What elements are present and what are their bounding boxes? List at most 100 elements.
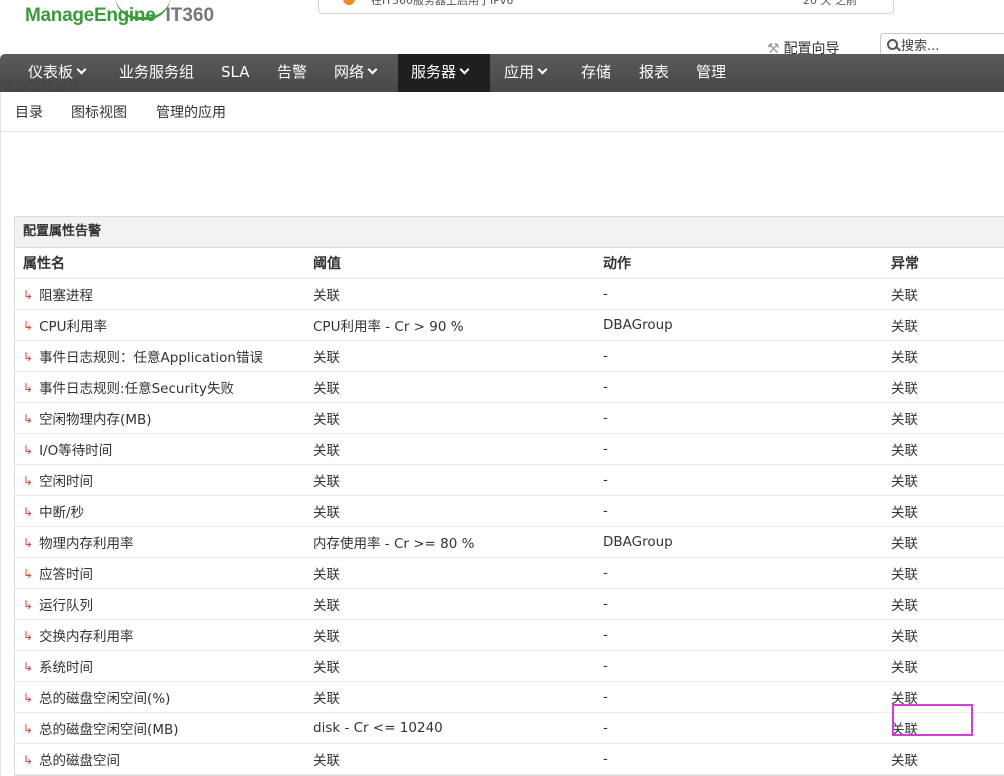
- cell-action-link[interactable]: DBAGroup: [595, 526, 883, 558]
- attribute-name-text: 事件日志规则:任意Security失败: [39, 381, 235, 397]
- chevron-down-icon: [537, 64, 548, 75]
- table-row: ↳ 运行队列 关联 - 关联: [15, 588, 1004, 620]
- cell-action-link[interactable]: -: [595, 371, 883, 403]
- threshold-link-text: 关联: [313, 412, 340, 428]
- nav-servers[interactable]: 服务器: [398, 54, 490, 92]
- cell-threshold-link[interactable]: 关联: [305, 681, 595, 713]
- cell-attribute-name[interactable]: ↳ 总的磁盘空闲空间(MB): [15, 712, 305, 744]
- cell-attribute-name[interactable]: ↳ 总的磁盘空闲空间(%): [15, 681, 305, 713]
- subnav-icon-view[interactable]: 图标视图: [71, 102, 127, 122]
- cell-attribute-name[interactable]: ↳ 总的磁盘空间: [15, 743, 305, 775]
- attribute-name-text: 中断/秒: [39, 505, 85, 521]
- cell-anomaly-link[interactable]: 关联: [883, 309, 1004, 341]
- nav-storage[interactable]: 存储: [568, 54, 624, 92]
- cell-anomaly-link[interactable]: 关联: [883, 588, 1004, 620]
- cell-anomaly-link[interactable]: 关联: [883, 402, 1004, 434]
- cell-attribute-name[interactable]: ↳ 应答时间: [15, 557, 305, 589]
- cell-attribute-name[interactable]: ↳ 空闲物理内存(MB): [15, 402, 305, 434]
- cell-threshold-link[interactable]: 关联: [305, 433, 595, 465]
- app-header: ManageEngine IT360 在IT360服务器上启用了IPv6 20 天…: [0, 0, 1004, 61]
- cell-attribute-name[interactable]: ↳ 中断/秒: [15, 495, 305, 527]
- table-row: ↳ 总的磁盘空间 关联 - 关联: [15, 743, 1004, 775]
- action-link-text: -: [603, 658, 608, 674]
- cell-attribute-name[interactable]: ↳ 空闲时间: [15, 464, 305, 496]
- attribute-name-text: 事件日志规则：任意Application错误: [39, 350, 263, 366]
- threshold-link-text: 关联: [313, 288, 340, 304]
- cell-threshold-link[interactable]: 关联: [305, 278, 595, 310]
- cell-action-link[interactable]: -: [595, 340, 883, 372]
- cell-threshold-link[interactable]: 关联: [305, 557, 595, 589]
- cell-action-link[interactable]: -: [595, 464, 883, 496]
- cell-action-link[interactable]: -: [595, 557, 883, 589]
- cell-action-link[interactable]: -: [595, 588, 883, 620]
- cell-threshold-link[interactable]: 关联: [305, 743, 595, 775]
- cell-anomaly-link[interactable]: 关联: [883, 526, 1004, 558]
- cell-attribute-name[interactable]: ↳ 阻塞进程: [15, 278, 305, 310]
- cell-anomaly-link[interactable]: 关联: [883, 650, 1004, 682]
- app-logo[interactable]: ManageEngine IT360: [25, 5, 214, 27]
- action-link-text: -: [603, 720, 608, 736]
- cell-threshold-link[interactable]: 关联: [305, 340, 595, 372]
- nav-business-services[interactable]: 业务服务组: [106, 54, 207, 92]
- cell-attribute-name[interactable]: ↳ 运行队列: [15, 588, 305, 620]
- table-row: ↳ 物理内存利用率 内存使用率 - Cr >= 80 % DBAGroup 关联: [15, 526, 1004, 558]
- cell-threshold-link[interactable]: CPU利用率 - Cr > 90 %: [305, 309, 595, 341]
- subnav-managed-apps[interactable]: 管理的应用: [156, 102, 226, 122]
- cell-threshold-link[interactable]: 关联: [305, 371, 595, 403]
- cell-action-link[interactable]: -: [595, 402, 883, 434]
- announcement-banner[interactable]: 在IT360服务器上启用了IPv6 20 天 之前: [318, 0, 894, 14]
- cell-attribute-name[interactable]: ↳ CPU利用率: [15, 309, 305, 341]
- row-arrow-icon: ↳: [23, 505, 34, 519]
- cell-threshold-link[interactable]: 内存使用率 - Cr >= 80 %: [305, 526, 595, 558]
- anomaly-link-text: 关联: [891, 443, 918, 459]
- cell-threshold-link[interactable]: 关联: [305, 588, 595, 620]
- cell-action-link[interactable]: -: [595, 743, 883, 775]
- cell-threshold-link[interactable]: 关联: [305, 619, 595, 651]
- attribute-name-text: I/O等待时间: [39, 443, 113, 459]
- cell-threshold-link[interactable]: disk - Cr <= 10240: [305, 712, 595, 744]
- cell-anomaly-link[interactable]: 关联: [883, 557, 1004, 589]
- info-dot-icon: [343, 0, 355, 5]
- nav-admin[interactable]: 管理: [683, 54, 739, 92]
- attribute-name-text: 空闲时间: [39, 474, 94, 490]
- attribute-name-text: CPU利用率: [39, 319, 108, 335]
- cell-anomaly-link[interactable]: 关联: [883, 464, 1004, 496]
- cell-threshold-link[interactable]: 关联: [305, 495, 595, 527]
- table-row: ↳ 阻塞进程 关联 - 关联: [15, 278, 1004, 310]
- cell-attribute-name[interactable]: ↳ 交换内存利用率: [15, 619, 305, 651]
- cell-anomaly-link[interactable]: 关联: [883, 278, 1004, 310]
- cell-action-link[interactable]: DBAGroup: [595, 309, 883, 341]
- cell-action-link[interactable]: -: [595, 681, 883, 713]
- nav-network[interactable]: 网络: [321, 54, 389, 92]
- cell-attribute-name[interactable]: ↳ 物理内存利用率: [15, 526, 305, 558]
- cell-action-link[interactable]: -: [595, 495, 883, 527]
- cell-threshold-link[interactable]: 关联: [305, 402, 595, 434]
- cell-attribute-name[interactable]: ↳ I/O等待时间: [15, 433, 305, 465]
- cell-attribute-name[interactable]: ↳ 事件日志规则：任意Application错误: [15, 340, 305, 372]
- nav-reports[interactable]: 报表: [626, 54, 682, 92]
- subnav-catalog[interactable]: 目录: [15, 102, 43, 122]
- cell-anomaly-link[interactable]: 关联: [883, 340, 1004, 372]
- search-input[interactable]: [901, 36, 1001, 56]
- nav-sla[interactable]: SLA: [208, 54, 262, 92]
- cell-threshold-link[interactable]: 关联: [305, 650, 595, 682]
- cell-action-link[interactable]: -: [595, 278, 883, 310]
- banner-message[interactable]: 在IT360服务器上启用了IPv6: [371, 0, 513, 8]
- cell-anomaly-link[interactable]: 关联: [883, 371, 1004, 403]
- cell-anomaly-link[interactable]: 关联: [883, 433, 1004, 465]
- cell-attribute-name[interactable]: ↳ 系统时间: [15, 650, 305, 682]
- cell-action-link[interactable]: -: [595, 619, 883, 651]
- cell-attribute-name[interactable]: ↳ 事件日志规则:任意Security失败: [15, 371, 305, 403]
- cell-anomaly-link[interactable]: 关联: [883, 743, 1004, 775]
- nav-applications[interactable]: 应用: [491, 54, 559, 92]
- table-row: ↳ 总的磁盘空闲空间(%) 关联 - 关联: [15, 681, 1004, 713]
- threshold-link-text: 关联: [313, 567, 340, 583]
- cell-action-link[interactable]: -: [595, 650, 883, 682]
- table-row: ↳ I/O等待时间 关联 - 关联: [15, 433, 1004, 465]
- cell-action-link[interactable]: -: [595, 433, 883, 465]
- cell-action-link[interactable]: -: [595, 712, 883, 744]
- cell-anomaly-link[interactable]: 关联: [883, 619, 1004, 651]
- cell-threshold-link[interactable]: 关联: [305, 464, 595, 496]
- cell-anomaly-link[interactable]: 关联: [883, 495, 1004, 527]
- nav-alarms[interactable]: 告警: [264, 54, 320, 92]
